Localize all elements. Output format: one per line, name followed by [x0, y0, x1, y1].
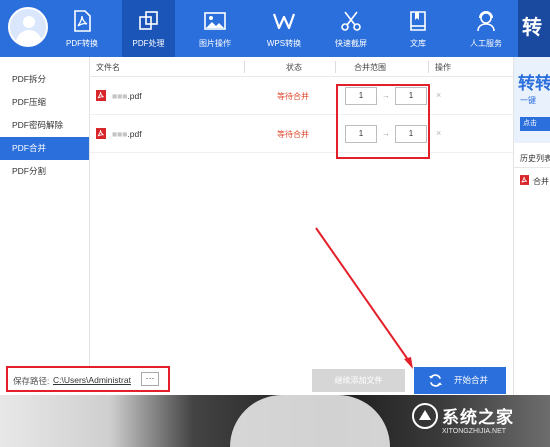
header-filename: 文件名	[96, 63, 120, 72]
delete-icon[interactable]: ×	[436, 128, 441, 138]
pdf-icon	[74, 10, 91, 32]
tab-library[interactable]: 文库	[393, 0, 443, 57]
pdf-file-icon	[96, 90, 106, 101]
sidebar-item-split[interactable]: PDF拆分	[0, 68, 89, 91]
delete-icon[interactable]: ×	[436, 90, 441, 100]
start-merge-button[interactable]: 开始合并	[414, 367, 506, 394]
tab-label: PDF转换	[66, 39, 98, 48]
promo-title: 转转	[518, 74, 550, 93]
tab-screenshot[interactable]: 快速截屏	[326, 0, 376, 57]
tab-label: 人工服务	[470, 39, 502, 48]
tab-label: 图片操作	[199, 39, 231, 48]
merge-panel: 文件名 状态 合并范围 操作 ■■■.pdf 等待合并 1 → 1 × ■■■.…	[90, 57, 513, 367]
header-divider	[428, 61, 429, 73]
history-item[interactable]: 合并	[533, 176, 549, 187]
table-row: ■■■.pdf 等待合并 1 → 1 ×	[90, 77, 513, 115]
avatar[interactable]	[8, 7, 48, 47]
tab-label: PDF处理	[132, 39, 165, 48]
sidebar-item-unlock[interactable]: PDF密码解除	[0, 114, 89, 137]
status-badge: 等待合并	[277, 92, 309, 101]
start-merge-label: 开始合并	[454, 375, 489, 385]
tab-label: 快速截屏	[335, 39, 367, 48]
pdf-process-icon	[138, 11, 158, 30]
history-label: 历史列表	[520, 154, 550, 163]
header-action: 操作	[435, 63, 451, 72]
file-name-ext: .pdf	[127, 91, 142, 101]
tab-pdf-process[interactable]: PDF处理	[122, 0, 175, 57]
tab-support[interactable]: 人工服务	[460, 0, 512, 57]
library-icon	[410, 11, 426, 31]
support-icon	[477, 11, 495, 32]
header-range: 合并范围	[354, 63, 386, 72]
table-row: ■■■.pdf 等待合并 1 → 1 ×	[90, 115, 513, 153]
file-name-hidden: ■■■	[112, 129, 128, 139]
promo-banner[interactable]: 转转 一键 点击	[514, 57, 550, 143]
tab-label: WPS转换	[266, 39, 302, 48]
range-highlight-box	[336, 84, 430, 159]
file-name-hidden: ■■■	[112, 91, 128, 101]
file-name: ■■■.pdf	[112, 91, 142, 101]
sidebar-item-merge[interactable]: PDF合并	[0, 137, 89, 160]
table-header: 文件名 状态 合并范围 操作	[90, 57, 513, 77]
file-name: ■■■.pdf	[112, 129, 142, 139]
watermark-url: XITONGZHIJIA.NET	[442, 428, 507, 435]
header-status: 状态	[286, 63, 302, 72]
scissors-icon	[341, 11, 361, 31]
brand-corner: 转	[518, 0, 550, 57]
history-divider	[514, 167, 550, 168]
tab-image[interactable]: 图片操作	[190, 0, 240, 57]
pdf-file-icon	[96, 128, 106, 139]
sidebar-item-divide[interactable]: PDF分割	[0, 160, 89, 183]
background-photo-highlight	[230, 395, 390, 447]
sidebar-item-compress[interactable]: PDF压缩	[0, 91, 89, 114]
file-name-ext: .pdf	[127, 129, 142, 139]
tab-pdf-convert[interactable]: PDF转换	[57, 0, 107, 57]
pdf-file-icon	[520, 175, 529, 185]
add-files-button[interactable]: 继续添加文件	[312, 369, 405, 392]
watermark-text: 系统之家	[442, 408, 514, 427]
site-watermark: 系统之家 XITONGZHIJIA.NET	[412, 401, 546, 443]
tab-label: 文库	[410, 39, 426, 48]
top-nav-bar: PDF转换 PDF处理 图片操作 WPS转换 快速截屏 文库 人工服务 转	[0, 0, 550, 57]
refresh-icon	[428, 374, 443, 387]
promo-subtitle: 一键	[520, 96, 536, 105]
promo-button[interactable]: 点击	[520, 117, 550, 131]
site-logo-icon	[412, 403, 438, 429]
right-panel: 转转 一键 点击 历史列表 合并	[513, 57, 550, 395]
header-divider	[244, 61, 245, 73]
wps-icon	[272, 13, 296, 30]
tab-wps[interactable]: WPS转换	[258, 0, 310, 57]
header-divider	[335, 61, 336, 73]
image-icon	[204, 12, 226, 30]
status-badge: 等待合并	[277, 130, 309, 139]
save-path-highlight-box	[6, 366, 170, 392]
sidebar: PDF拆分 PDF压缩 PDF密码解除 PDF合并 PDF分割	[0, 57, 90, 367]
